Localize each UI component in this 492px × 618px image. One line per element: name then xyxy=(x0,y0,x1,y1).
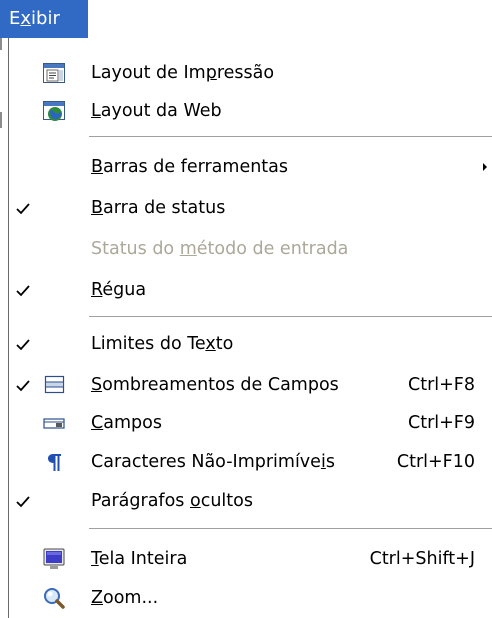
checkmark-icon xyxy=(16,380,30,392)
checkmark-icon xyxy=(16,339,30,351)
menu-separator xyxy=(89,316,492,318)
menu-item-label: Layout de Impressão xyxy=(91,63,275,83)
menu-item-label: Barras de ferramentas xyxy=(91,157,289,177)
exibir-dropdown-menu: Layout de Impressão Layout da Web Barras… xyxy=(8,38,492,618)
menu-item-label: Campos xyxy=(91,413,162,433)
fields-icon xyxy=(43,418,65,429)
menu-item-zoom[interactable]: Zoom... xyxy=(9,579,492,617)
menu-item-layout-web[interactable]: Layout da Web xyxy=(9,92,492,130)
menu-item-barras-ferramentas[interactable]: Barras de ferramentas xyxy=(9,148,492,186)
menu-item-status-metodo-entrada[interactable]: Status do método de entrada xyxy=(9,230,492,268)
menu-item-label: Zoom... xyxy=(91,588,159,608)
menu-exibir[interactable]: Exibir xyxy=(0,0,88,38)
submenu-arrow-icon xyxy=(483,163,487,171)
menu-item-layout-impressao[interactable]: Layout de Impressão xyxy=(9,54,492,92)
menu-title-post: ibir xyxy=(31,8,60,29)
print-layout-icon xyxy=(43,63,65,83)
menu-item-label: Barra de status xyxy=(91,198,226,218)
menu-item-label: Tela Inteira xyxy=(91,549,188,569)
menu-item-label: Caracteres Não-Imprimíveis xyxy=(91,452,335,472)
shortcut-label: Ctrl+F9 xyxy=(407,413,475,433)
menu-title-mnemonic: x xyxy=(20,8,32,29)
menu-separator xyxy=(89,528,492,530)
zoom-magnifier-icon xyxy=(44,588,65,609)
menu-item-tela-inteira[interactable]: Tela Inteira Ctrl+Shift+J xyxy=(9,540,492,578)
field-shadings-icon xyxy=(44,375,65,394)
menu-item-label: Status do método de entrada xyxy=(91,239,349,259)
menu-item-label: Sombreamentos de Campos xyxy=(91,375,339,395)
menu-separator xyxy=(89,136,492,138)
menu-item-campos[interactable]: Campos Ctrl+F9 xyxy=(9,404,492,442)
checkmark-icon xyxy=(16,203,30,215)
checkmark-icon xyxy=(16,496,30,508)
full-screen-icon xyxy=(43,548,65,569)
menu-item-paragrafos-ocultos[interactable]: Parágrafos ocultos xyxy=(9,482,492,520)
menu-title-pre: E xyxy=(9,8,21,29)
window-edge-mark xyxy=(0,38,2,50)
menu-item-barra-status[interactable]: Barra de status xyxy=(9,189,492,227)
shortcut-label: Ctrl+Shift+J xyxy=(369,549,475,569)
menu-item-label: Régua xyxy=(91,280,147,300)
window-edge-mark xyxy=(0,112,2,128)
pilcrow-icon xyxy=(48,454,61,471)
menu-item-label: Parágrafos ocultos xyxy=(91,491,253,511)
menu-item-regua[interactable]: Régua xyxy=(9,271,492,309)
menu-item-caracteres-nao-imprimiveis[interactable]: Caracteres Não-Imprimíveis Ctrl+F10 xyxy=(9,443,492,481)
checkmark-icon xyxy=(16,285,30,297)
menu-item-limites-texto[interactable]: Limites do Texto xyxy=(9,325,492,363)
web-layout-icon xyxy=(43,101,65,121)
menu-item-sombreamentos-campos[interactable]: Sombreamentos de Campos Ctrl+F8 xyxy=(9,366,492,404)
menu-item-label: Layout da Web xyxy=(91,101,222,121)
shortcut-label: Ctrl+F10 xyxy=(396,452,475,472)
shortcut-label: Ctrl+F8 xyxy=(407,375,475,395)
menu-item-label: Limites do Texto xyxy=(91,334,234,354)
